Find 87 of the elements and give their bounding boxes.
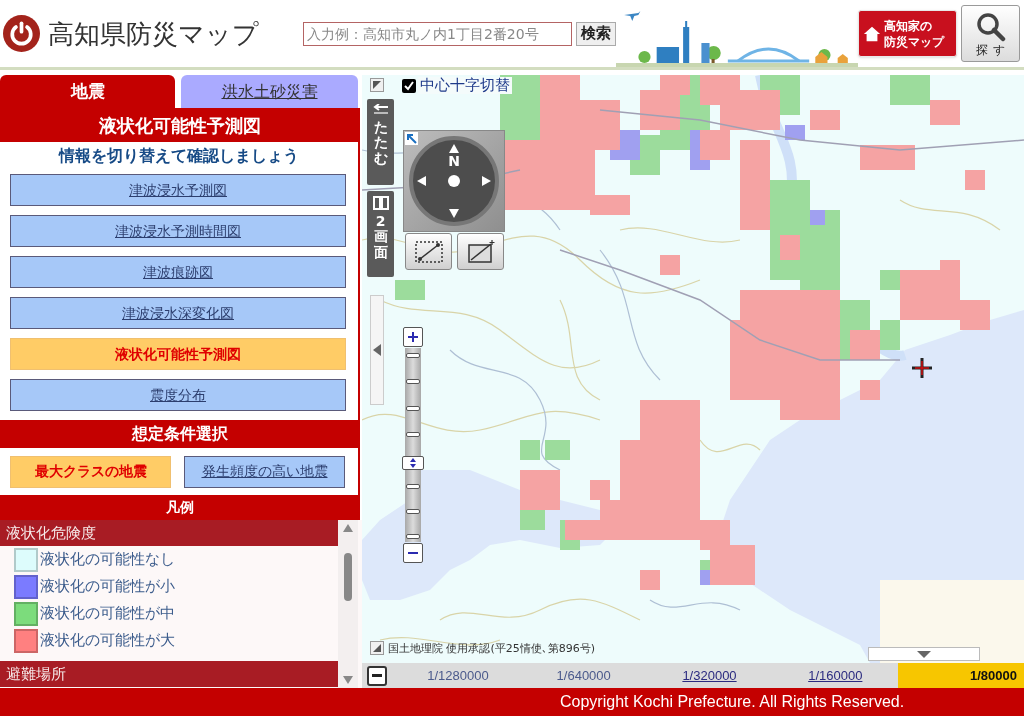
condition-button[interactable]: 最大クラスの地震 bbox=[10, 455, 171, 488]
scroll-up-icon[interactable] bbox=[343, 524, 353, 532]
panel-heading: 液状化可能性予測図 bbox=[0, 108, 360, 142]
tab[interactable]: 地震 bbox=[0, 75, 175, 108]
area-zoom-button[interactable] bbox=[457, 233, 504, 270]
check-icon bbox=[404, 80, 414, 91]
legend-label: 液状化の可能性が小 bbox=[40, 576, 175, 598]
medium-liquefaction-area bbox=[880, 270, 900, 290]
split-screen-button[interactable]: 2画面 bbox=[367, 191, 394, 277]
medium-liquefaction-area bbox=[545, 440, 570, 460]
low-liquefaction-area bbox=[785, 125, 805, 140]
scale-option[interactable]: 1/160000 bbox=[808, 665, 863, 686]
scrollbar[interactable] bbox=[338, 520, 358, 688]
search-button[interactable]: 検索 bbox=[576, 21, 616, 46]
search-icon bbox=[975, 11, 1006, 42]
scale-option: 1/1280000 bbox=[427, 665, 489, 686]
overview-toggle-button[interactable] bbox=[868, 647, 980, 661]
high-liquefaction-area bbox=[520, 470, 560, 510]
legend-group-heading: 液状化危険度 bbox=[0, 520, 338, 546]
portal-link-button[interactable]: 高知家の 防災マップ bbox=[858, 10, 957, 57]
checkbox-label[interactable]: 中心十字切替 bbox=[418, 77, 512, 94]
diagonal-arrow-icon[interactable] bbox=[405, 132, 418, 145]
crosshair-icon bbox=[912, 358, 932, 378]
tab[interactable]: 洪水土砂災害 bbox=[181, 75, 358, 108]
map-type-button[interactable]: 津波浸水予測図 bbox=[10, 174, 346, 206]
left-triangle-icon[interactable] bbox=[373, 344, 381, 356]
high-liquefaction-area bbox=[810, 110, 840, 130]
left-triangle-icon[interactable] bbox=[417, 176, 426, 186]
legend-group-heading: 避難場所 bbox=[0, 661, 338, 687]
scroll-down-icon[interactable] bbox=[343, 676, 353, 684]
house-icon bbox=[863, 24, 881, 43]
high-liquefaction-area bbox=[850, 330, 880, 360]
medium-liquefaction-area bbox=[395, 280, 425, 300]
zoom-slider-thumb[interactable] bbox=[402, 456, 424, 470]
area-select-button[interactable] bbox=[405, 233, 452, 270]
scale-option[interactable]: 1/320000 bbox=[682, 665, 737, 686]
medium-liquefaction-area bbox=[520, 440, 540, 460]
medium-liquefaction-area bbox=[890, 75, 930, 105]
high-liquefaction-area bbox=[930, 100, 960, 125]
attribution-text: 国土地理院 使用承認(平25情使､第896号) bbox=[388, 642, 596, 654]
search-field[interactable]: 入力例：高知市丸ノ内1丁目2番20号 bbox=[303, 21, 572, 46]
scale-minus-button[interactable] bbox=[367, 665, 387, 686]
circle-logo-icon bbox=[3, 15, 40, 52]
book-icon bbox=[372, 196, 389, 210]
collapse-button[interactable]: たたむ bbox=[367, 99, 394, 185]
high-liquefaction-area bbox=[860, 145, 915, 170]
site-title: 高知県防災マップ bbox=[48, 20, 259, 47]
left-arrow-icon bbox=[372, 104, 389, 116]
up-down-arrow-icon bbox=[410, 458, 416, 468]
section-heading: 想定条件選択 bbox=[0, 420, 360, 448]
map-type-button[interactable]: 津波痕跡図 bbox=[10, 256, 346, 288]
side-panel-toggle[interactable] bbox=[370, 295, 384, 405]
up-triangle-icon[interactable] bbox=[449, 144, 459, 153]
corner-triangle-icon[interactable] bbox=[370, 641, 384, 655]
high-liquefaction-area bbox=[965, 170, 985, 190]
zoom-in-button[interactable] bbox=[403, 327, 423, 347]
instruction-text: 情報を切り替えて確認しましょう bbox=[57, 145, 300, 167]
legend-label: 液状化の可能性が大 bbox=[40, 630, 175, 652]
copyright-text: Copyright Kochi Prefecture. All Rights Reserved. bbox=[560, 692, 905, 712]
legend-label: 液状化の可能性なし bbox=[40, 549, 175, 571]
box-arrow-icon bbox=[465, 239, 496, 264]
find-button[interactable]: 探す bbox=[961, 5, 1020, 62]
map-type-button[interactable]: 津波浸水予測時間図 bbox=[10, 215, 346, 247]
high-liquefaction-area bbox=[860, 380, 880, 400]
corner-toggle-icon[interactable] bbox=[370, 78, 384, 92]
low-liquefaction-area bbox=[810, 210, 825, 225]
condition-button[interactable]: 発生頻度の高い地震 bbox=[184, 455, 345, 488]
zoom-out-button[interactable] bbox=[403, 543, 423, 563]
minus-icon bbox=[372, 674, 382, 677]
down-triangle-icon[interactable] bbox=[917, 650, 931, 658]
scale-option: 1/640000 bbox=[556, 665, 611, 686]
down-triangle-icon[interactable] bbox=[449, 209, 459, 218]
north-label: N bbox=[447, 154, 461, 168]
medium-liquefaction-area bbox=[880, 320, 900, 350]
contour-line bbox=[699, 439, 761, 453]
minus-icon bbox=[408, 552, 418, 554]
high-liquefaction-area bbox=[660, 255, 680, 275]
high-liquefaction-area bbox=[640, 570, 660, 590]
high-liquefaction-area bbox=[780, 235, 800, 260]
map-type-button[interactable]: 震度分布 bbox=[10, 379, 346, 411]
scrollbar-thumb[interactable] bbox=[344, 553, 352, 601]
plus-icon bbox=[408, 332, 418, 342]
legend-label: 液状化の可能性が中 bbox=[40, 603, 175, 625]
map-type-button[interactable]: 液状化可能性予測図 bbox=[10, 338, 346, 370]
map-type-button[interactable]: 津波浸水深変化図 bbox=[10, 297, 346, 329]
legend-heading: 凡例 bbox=[0, 495, 360, 520]
right-triangle-icon[interactable] bbox=[482, 176, 491, 186]
